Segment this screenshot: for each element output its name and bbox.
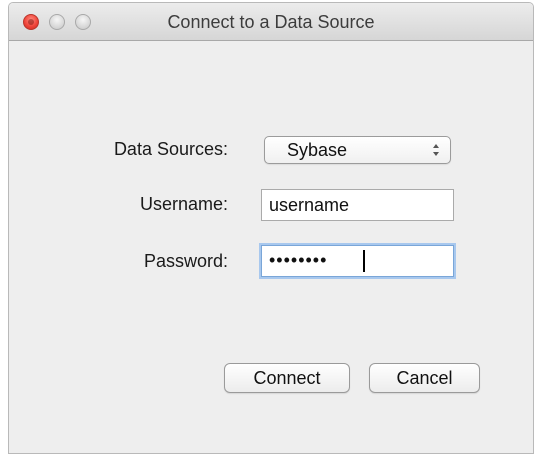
- cancel-button[interactable]: Cancel: [369, 363, 480, 393]
- connect-button[interactable]: Connect: [224, 363, 350, 393]
- title-bar[interactable]: Connect to a Data Source: [9, 3, 533, 41]
- window-title: Connect to a Data Source: [167, 12, 375, 32]
- data-sources-label: Data Sources:: [113, 139, 228, 159]
- password-field[interactable]: ••••••••: [261, 245, 454, 277]
- username-label: Username:: [139, 194, 228, 214]
- chevron-up-down-icon: [433, 144, 439, 156]
- data-sources-select[interactable]: Sybase: [264, 136, 451, 164]
- data-sources-selected-value: Sybase: [287, 140, 348, 160]
- text-caret: [363, 250, 365, 272]
- username-field[interactable]: [261, 189, 454, 221]
- password-masked-value: ••••••••: [269, 250, 328, 270]
- password-label: Password:: [143, 251, 228, 271]
- dialog-window: Connect to a Data Source Data Sources: S…: [8, 2, 534, 454]
